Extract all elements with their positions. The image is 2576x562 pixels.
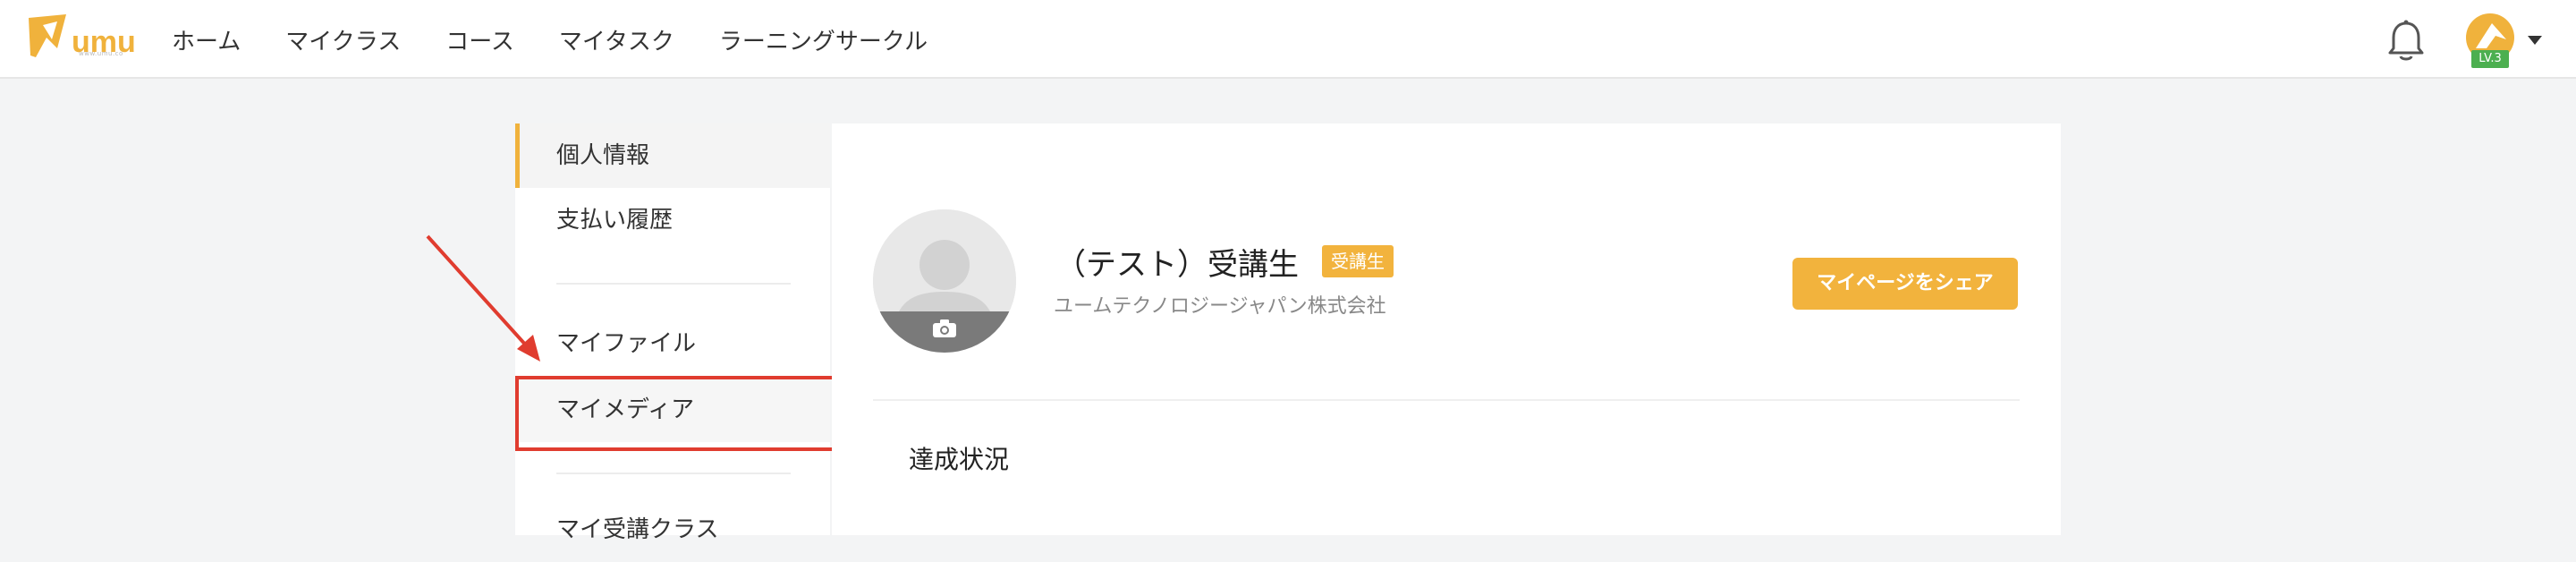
sidebar-item-label: マイメディア — [556, 396, 695, 423]
nav-my-class[interactable]: マイクラス — [285, 23, 401, 56]
sidebar-divider — [556, 473, 791, 474]
company-name: ユームテクノロジージャパン株式会社 — [1054, 295, 1386, 318]
level-badge: LV.3 — [2471, 50, 2509, 68]
umu-logo[interactable]: umu — [27, 13, 138, 70]
profile-avatar[interactable] — [873, 209, 1016, 353]
nav-learning-circle[interactable]: ラーニングサークル — [719, 23, 928, 56]
sidebar-item-label: マイ受講クラス — [556, 516, 719, 543]
annotation-arrow — [420, 231, 546, 365]
profile-name: （テスト）受講生 — [1055, 247, 1299, 283]
sidebar-item-label: マイファイル — [556, 330, 697, 357]
achievement-section-title: 達成状況 — [909, 445, 1010, 474]
nav-my-task[interactable]: マイタスク — [559, 23, 674, 56]
role-badge: 受講生 — [1322, 245, 1394, 277]
section-divider — [873, 399, 2020, 401]
logo-subtext: www.umu.co — [79, 50, 123, 57]
profile-panel: （テスト）受講生 受講生 ユームテクノロジージャパン株式会社 マイページをシェア… — [832, 123, 2061, 535]
main-nav: ホーム マイクラス コース マイタスク ラーニングサークル — [172, 0, 972, 79]
settings-sidebar: 個人情報 支払い履歴 マイファイル マイメディア マイ受講クラス — [515, 123, 830, 543]
sidebar-item-my-enrolled-classes[interactable]: マイ受講クラス — [515, 498, 830, 562]
sidebar-item-payment-history[interactable]: 支払い履歴 — [515, 188, 830, 252]
chevron-down-icon[interactable] — [2528, 36, 2542, 45]
nav-home[interactable]: ホーム — [172, 23, 241, 56]
nav-course[interactable]: コース — [445, 23, 514, 56]
sidebar-item-personal-info[interactable]: 個人情報 — [515, 123, 830, 188]
bell-icon[interactable] — [2386, 20, 2426, 63]
share-my-page-button[interactable]: マイページをシェア — [1792, 258, 2018, 310]
sidebar-item-my-media[interactable]: マイメディア — [515, 378, 830, 442]
sidebar-item-label: 支払い履歴 — [556, 207, 674, 234]
sidebar-item-my-files[interactable]: マイファイル — [515, 311, 830, 376]
top-navigation-bar: umu www.umu.co ホーム マイクラス コース マイタスク ラーニング… — [0, 0, 2576, 79]
sidebar-divider — [556, 283, 791, 285]
camera-icon[interactable] — [932, 319, 957, 338]
sidebar-item-label: 個人情報 — [556, 142, 650, 169]
